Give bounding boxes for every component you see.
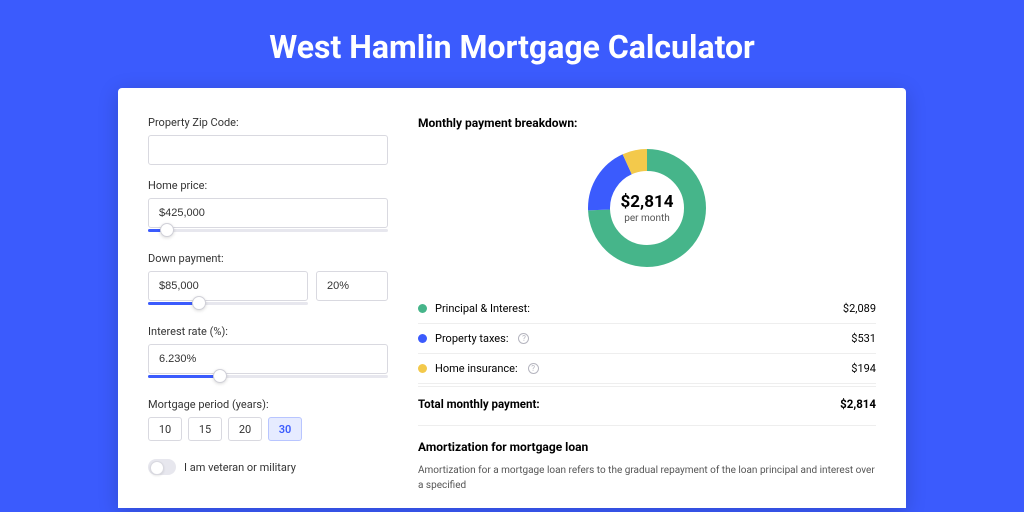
breakdown-row-principal: Principal & Interest: $2,089 xyxy=(418,294,876,324)
amortization-section: Amortization for mortgage loan Amortizat… xyxy=(418,425,876,493)
breakdown-panel: Monthly payment breakdown: $2,814 per mo… xyxy=(418,116,876,508)
breakdown-label-principal: Principal & Interest: xyxy=(435,302,530,315)
slider-fill xyxy=(148,375,220,378)
total-label: Total monthly payment: xyxy=(418,397,540,411)
slider-thumb[interactable] xyxy=(192,296,206,310)
inputs-panel: Property Zip Code: Home price: Down paym… xyxy=(148,116,388,508)
donut-chart: $2,814 per month xyxy=(583,144,711,272)
veteran-toggle[interactable] xyxy=(148,459,176,475)
donut-center-label: per month xyxy=(624,213,670,224)
period-btn-30[interactable]: 30 xyxy=(268,417,302,441)
slider-thumb[interactable] xyxy=(213,369,227,383)
interest-input[interactable] xyxy=(148,344,388,374)
period-btn-20[interactable]: 20 xyxy=(228,417,262,441)
home-price-label: Home price: xyxy=(148,179,388,192)
amortization-text: Amortization for a mortgage loan refers … xyxy=(418,464,876,493)
interest-slider[interactable] xyxy=(148,372,388,384)
breakdown-value-taxes: $531 xyxy=(851,332,876,345)
down-payment-percent-input[interactable] xyxy=(316,271,388,301)
period-group: Mortgage period (years): 10 15 20 30 xyxy=(148,398,388,441)
period-options: 10 15 20 30 xyxy=(148,417,388,441)
dot-insurance xyxy=(418,364,427,373)
period-label: Mortgage period (years): xyxy=(148,398,388,411)
total-value: $2,814 xyxy=(840,397,876,411)
donut-center-value: $2,814 xyxy=(621,192,674,212)
breakdown-value-insurance: $194 xyxy=(851,362,876,375)
breakdown-row-taxes: Property taxes: ? $531 xyxy=(418,324,876,354)
slider-thumb[interactable] xyxy=(160,223,174,237)
home-price-input[interactable] xyxy=(148,198,388,228)
zip-field-group: Property Zip Code: xyxy=(148,116,388,165)
info-icon[interactable]: ? xyxy=(518,333,529,344)
down-payment-label: Down payment: xyxy=(148,252,388,265)
veteran-row: I am veteran or military xyxy=(148,459,388,475)
breakdown-row-insurance: Home insurance: ? $194 xyxy=(418,354,876,384)
donut-chart-wrap: $2,814 per month xyxy=(418,144,876,272)
down-payment-slider[interactable] xyxy=(148,299,308,311)
amortization-title: Amortization for mortgage loan xyxy=(418,440,876,454)
zip-label: Property Zip Code: xyxy=(148,116,388,129)
veteran-label: I am veteran or military xyxy=(184,461,296,474)
home-price-group: Home price: xyxy=(148,179,388,238)
calculator-card: Property Zip Code: Home price: Down paym… xyxy=(118,88,906,508)
breakdown-title: Monthly payment breakdown: xyxy=(418,116,876,130)
total-row: Total monthly payment: $2,814 xyxy=(418,386,876,425)
zip-input[interactable] xyxy=(148,135,388,165)
interest-label: Interest rate (%): xyxy=(148,325,388,338)
breakdown-label-insurance: Home insurance: xyxy=(435,362,518,375)
down-payment-amount-input[interactable] xyxy=(148,271,308,301)
breakdown-label-taxes: Property taxes: xyxy=(435,332,508,345)
period-btn-10[interactable]: 10 xyxy=(148,417,182,441)
breakdown-value-principal: $2,089 xyxy=(843,302,876,315)
dot-taxes xyxy=(418,334,427,343)
page-title: West Hamlin Mortgage Calculator xyxy=(0,0,1024,88)
home-price-slider[interactable] xyxy=(148,226,388,238)
dot-principal xyxy=(418,304,427,313)
down-payment-group: Down payment: xyxy=(148,252,388,311)
slider-track xyxy=(148,229,388,232)
info-icon[interactable]: ? xyxy=(528,363,539,374)
period-btn-15[interactable]: 15 xyxy=(188,417,222,441)
interest-group: Interest rate (%): xyxy=(148,325,388,384)
